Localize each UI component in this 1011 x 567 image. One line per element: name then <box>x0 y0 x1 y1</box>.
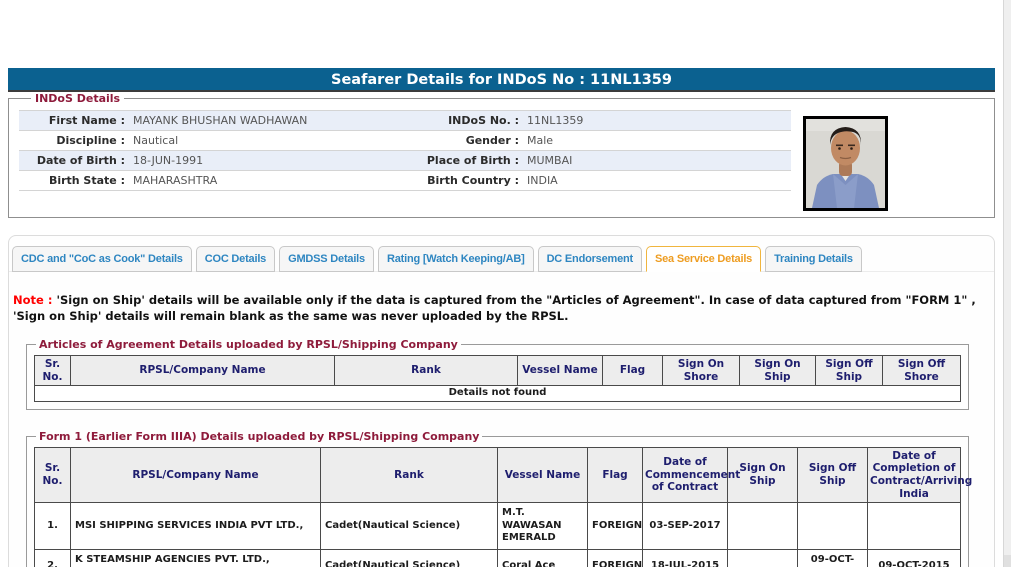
field-label: Discipline : <box>56 134 125 147</box>
table-cell <box>727 502 798 550</box>
field-value: Male <box>527 134 554 147</box>
form1-body: 1. MSI SHIPPING SERVICES INDIA PVT LTD., C… <box>34 502 961 567</box>
sea-service-tab-content: Note : 'Sign on Ship' details will be av… <box>9 292 994 567</box>
detail-row: Date of Birth : 18-JUN-1991 Place of Birth… <box>19 151 791 171</box>
field-value: 18-JUN-1991 <box>133 154 204 167</box>
column-header: Sign On Ship <box>739 355 816 387</box>
articles-table: Sr. No. RPSL/Company Name Rank Vessel Name F… <box>34 355 961 402</box>
indos-details-section: INDoS Details First Name : MAYANK BHUSHAN… <box>8 92 995 218</box>
indos-details-legend: INDoS Details <box>35 92 121 105</box>
field-value: MAYANK BHUSHAN WADHAWAN <box>133 114 308 127</box>
form1-table: Sr. No. RPSL/Company Name Rank Vessel Name F… <box>34 446 972 567</box>
field-label: Place of Birth : <box>426 154 519 167</box>
seafarer-photo <box>803 116 888 211</box>
page: Seafarer Details for INDoS No : 11NL1359… <box>0 68 1003 567</box>
table-cell: 18-JUL-2015 <box>642 548 728 567</box>
column-header: Date of Completion of Contract/Arriving … <box>867 446 972 504</box>
field-label: Date of Birth : <box>36 154 125 167</box>
form1-legend: Form 1 (Earlier Form IIIA) Details uploa… <box>39 429 480 443</box>
table-cell <box>797 502 868 550</box>
articles-legend: Articles of Agreement Details uploaded b… <box>39 338 458 352</box>
articles-header-row: Sr. No. RPSL/Company Name Rank Vessel Name F… <box>34 355 961 387</box>
indos-detail-rows: First Name : MAYANK BHUSHAN WADHAWAN INDoS… <box>19 110 791 191</box>
field-value: Nautical <box>133 134 179 147</box>
page-title: Seafarer Details for INDoS No : 11NL1359 <box>8 68 995 92</box>
note-text: 'Sign on Ship' details will be available… <box>13 293 976 324</box>
table-cell: 2. <box>34 548 71 567</box>
table-cell: MSI SHIPPING SERVICES INDIA PVT LTD., <box>70 502 321 550</box>
detail-row: Discipline : Nautical Gender : Male <box>19 131 791 151</box>
table-cell: 09-OCT-2015 <box>797 548 868 567</box>
column-header: RPSL/Company Name <box>70 446 321 504</box>
empty-message: Details not found <box>34 385 961 402</box>
table-cell: 1. <box>34 502 71 550</box>
table-row: 1. MSI SHIPPING SERVICES INDIA PVT LTD., C… <box>34 502 961 550</box>
field-label: Gender : <box>465 134 519 147</box>
column-header: Date of Commencement of Contract <box>642 446 740 504</box>
detail-row: First Name : MAYANK BHUSHAN WADHAWAN INDoS… <box>19 111 791 131</box>
note: Note : 'Sign on Ship' details will be av… <box>13 292 988 324</box>
column-header: Rank <box>334 355 518 387</box>
table-cell: M.T. WAWASAN EMERALD <box>497 502 588 550</box>
form1-section: Form 1 (Earlier Form IIIA) Details uploa… <box>26 429 972 567</box>
table-cell: 09-OCT-2015 <box>867 548 961 567</box>
tab-panel: CDC and "CoC as Cook" Details COC Details… <box>8 235 995 567</box>
table-cell: K STEAMSHIP AGENCIES PVT. LTD., MUMBAI <box>70 548 321 567</box>
tab-strip: CDC and "CoC as Cook" Details COC Details… <box>9 236 994 272</box>
field-value: MAHARASHTRA <box>133 174 218 187</box>
note-prefix: Note : <box>13 293 53 307</box>
column-header: Sign Off Ship <box>797 446 868 504</box>
column-header: Vessel Name <box>497 446 588 504</box>
detail-row: Birth State : MAHARASHTRA Birth Country : I… <box>19 171 791 191</box>
column-header: Flag <box>587 446 643 504</box>
tab-sea-service-details[interactable]: Sea Service Details <box>646 246 762 272</box>
field-value: MUMBAI <box>527 154 573 167</box>
tab-gmdss-details[interactable]: GMDSS Details <box>279 246 374 272</box>
table-cell: Cadet(Nautical Science) <box>320 548 498 567</box>
field-label: Birth State : <box>48 174 125 187</box>
tab-cdc-and-coc-as-cook-details[interactable]: CDC and "CoC as Cook" Details <box>12 246 192 272</box>
scrollbar-corner <box>1004 555 1011 567</box>
form1-header-row: Sr. No. RPSL/Company Name Rank Vessel Name F… <box>34 446 972 504</box>
articles-of-agreement-section: Articles of Agreement Details uploaded b… <box>26 338 969 410</box>
tab-rating-watch-keeping-ab[interactable]: Rating [Watch Keeping/AB] <box>377 246 534 272</box>
indos-details-body: First Name : MAYANK BHUSHAN WADHAWAN INDoS… <box>19 108 984 211</box>
column-header: Rank <box>320 446 498 504</box>
table-cell: Coral Ace <box>497 548 588 567</box>
table-cell <box>867 502 961 550</box>
column-header: Sign On Shore <box>662 355 740 387</box>
field-value: 11NL1359 <box>527 114 584 127</box>
tab-coc-details[interactable]: COC Details <box>195 246 276 272</box>
tab-training-details[interactable]: Training Details <box>765 246 862 272</box>
column-header: Sr. No. <box>34 446 71 504</box>
column-header: Vessel Name <box>517 355 603 387</box>
table-cell <box>727 548 798 567</box>
field-value: INDIA <box>527 174 558 187</box>
table-row: 2.K STEAMSHIP AGENCIES PVT. LTD., MUMBAI… <box>34 548 961 567</box>
table-cell: Cadet(Nautical Science) <box>320 502 498 550</box>
column-header: Sign Off Shore <box>882 355 961 387</box>
column-header: Sr. No. <box>34 355 71 387</box>
table-cell: 03-SEP-2017 <box>642 502 728 550</box>
portrait-photo-graphic <box>806 119 885 208</box>
field-label: INDoS No. : <box>448 114 519 127</box>
table-cell: FOREIGN <box>587 502 643 550</box>
empty-row: Details not found <box>34 385 961 402</box>
field-label: First Name : <box>48 114 125 127</box>
field-label: Birth Country : <box>427 174 519 187</box>
column-header: Sign Off Ship <box>815 355 883 387</box>
column-header: Flag <box>602 355 663 387</box>
column-header: RPSL/Company Name <box>70 355 335 387</box>
tab-dc-endorsement[interactable]: DC Endorsement <box>537 246 642 272</box>
table-cell: FOREIGN <box>587 548 643 567</box>
vertical-scrollbar[interactable] <box>1003 0 1011 567</box>
